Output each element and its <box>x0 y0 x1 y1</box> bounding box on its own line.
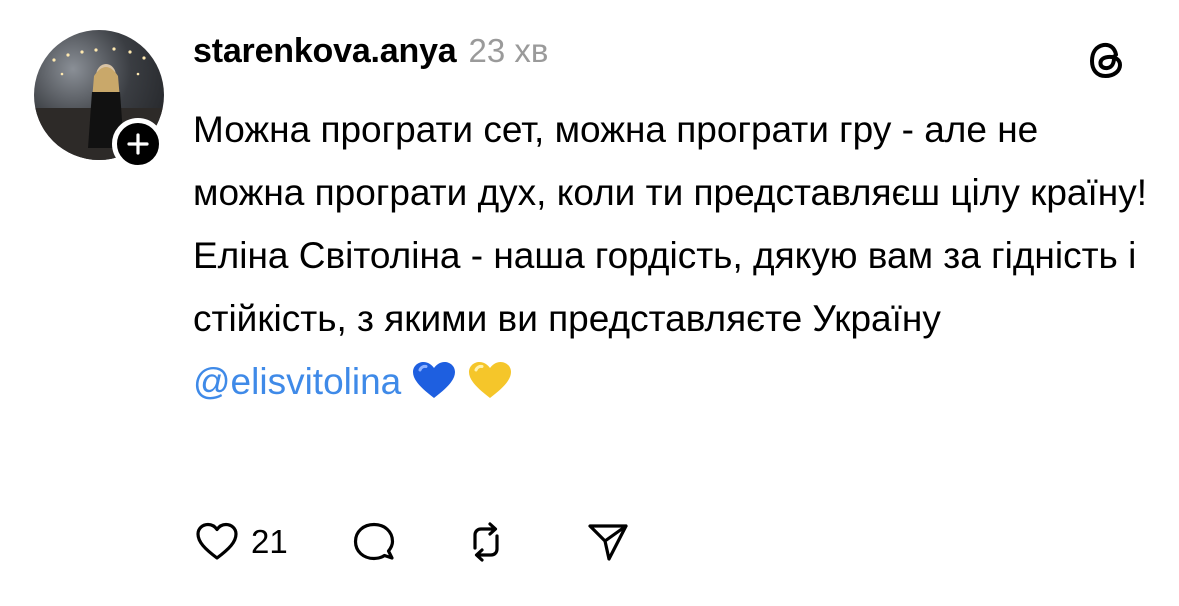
comment-bubble-icon <box>353 522 394 561</box>
action-bar: 21 <box>193 516 632 568</box>
repost-button[interactable] <box>462 518 510 566</box>
post-paragraph: Еліна Світоліна - наша гордість, дякую в… <box>193 224 1153 419</box>
follow-button[interactable] <box>112 118 164 170</box>
post-body: Можна програти сет, можна програти гру -… <box>193 98 1153 419</box>
send-icon <box>588 524 628 561</box>
username[interactable]: starenkova.anya <box>193 32 457 71</box>
post-paragraph: Можна програти сет, можна програти гру -… <box>193 109 1147 213</box>
repost-icon <box>473 522 499 562</box>
reply-button[interactable] <box>350 518 398 566</box>
like-button[interactable]: 21 <box>193 518 288 566</box>
timestamp: 23 хв <box>468 32 549 69</box>
mention-link[interactable]: @elisvitolina <box>193 361 401 402</box>
plus-icon <box>127 133 149 155</box>
yellow-heart-icon <box>467 356 513 419</box>
blue-heart-icon <box>411 356 457 419</box>
post-header: starenkova.anya 23 хв <box>193 32 548 76</box>
like-count: 21 <box>251 523 288 560</box>
post-paragraph-text: Еліна Світоліна - наша гордість, дякую в… <box>193 235 1137 339</box>
heart-icon <box>196 522 238 560</box>
share-button[interactable] <box>584 518 632 566</box>
threads-logo-icon[interactable] <box>1083 36 1131 84</box>
